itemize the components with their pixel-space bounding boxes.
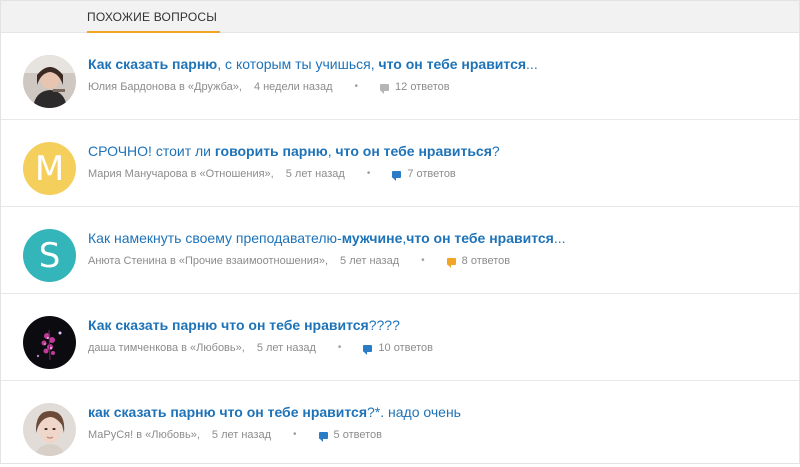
question-time: 5 лет назад bbox=[211, 429, 272, 441]
questions-list: Как сказать парню, с которым ты учишься,… bbox=[1, 33, 799, 467]
question-title-part: ???? bbox=[368, 317, 400, 333]
answers-count-link[interactable]: 8 ответов bbox=[446, 254, 511, 268]
question-title-part: говорить парню bbox=[214, 143, 328, 159]
answers-count: 5 ответов bbox=[333, 429, 382, 441]
separator-dot: • bbox=[366, 168, 371, 179]
answers-count-link[interactable]: 12 ответов bbox=[380, 80, 450, 94]
question-time: 4 недели назад bbox=[253, 81, 333, 93]
avatar-letter: M bbox=[34, 148, 65, 189]
question-meta: МаРуСя! в «Любовь», 5 лет назад • 5 ответов bbox=[88, 428, 382, 442]
question-meta: Юлия Бардонова в «Дружба», 4 недели назад… bbox=[88, 80, 450, 94]
question-title-part: ... bbox=[553, 230, 566, 246]
question-item: S Как намекнуть своему преподавателю-мужч… bbox=[1, 207, 799, 294]
question-title-link[interactable]: как сказать парню что он тебе нравится?*… bbox=[88, 403, 779, 421]
flower-photo-avatar[interactable] bbox=[23, 316, 76, 369]
question-title-part: ... bbox=[526, 56, 538, 72]
author-category[interactable]: МаРуСя! в «Любовь», bbox=[88, 428, 200, 442]
separator-dot: • bbox=[421, 255, 425, 266]
answers-count: 7 ответов bbox=[407, 168, 456, 180]
question-title-part: что он тебе нравиться bbox=[335, 143, 492, 159]
question-title-part: Как сказать парню bbox=[88, 56, 218, 72]
question-title-part: , bbox=[327, 143, 336, 159]
author-category[interactable]: Мария Манучарова в «Отношения», bbox=[88, 167, 274, 181]
question-time: 5 лет назад bbox=[285, 168, 345, 180]
section-title-tab[interactable]: ПОХОЖИЕ ВОПРОСЫ bbox=[87, 1, 221, 33]
question-item: M СРОЧНО! стоит ли говорить парню, что он… bbox=[1, 120, 799, 207]
separator-dot: • bbox=[354, 81, 359, 92]
question-title-link[interactable]: СРОЧНО! стоит ли говорить парню, что он … bbox=[88, 142, 779, 160]
answers-count-link[interactable]: 7 ответов bbox=[392, 167, 456, 181]
answers-count: 10 ответов bbox=[378, 342, 433, 354]
question-meta: даша тимченкова в «Любовь», 5 лет назад • 1… bbox=[88, 341, 433, 355]
question-title-part: СРОЧНО! стоит ли bbox=[88, 143, 215, 159]
question-item: как сказать парню что он тебе нравится?*… bbox=[1, 381, 799, 467]
question-item: Как сказать парню, с которым ты учишься,… bbox=[1, 33, 799, 120]
girl-photo-avatar[interactable] bbox=[23, 55, 76, 108]
question-meta: Анюта Стенина в «Прочие взаимоотношения»… bbox=[88, 254, 510, 268]
answers-count-link[interactable]: 5 ответов bbox=[318, 428, 382, 442]
answers-count-link[interactable]: 10 ответов bbox=[363, 341, 433, 355]
question-meta: Мария Манучарова в «Отношения», 5 лет наз… bbox=[88, 167, 456, 181]
question-time: 5 лет назад bbox=[256, 342, 316, 354]
question-title-link[interactable]: Как сказать парню что он тебе нравится??… bbox=[88, 316, 779, 334]
question-title-part: ?*. надо очень bbox=[367, 404, 461, 420]
comment-bubble-icon bbox=[392, 170, 402, 181]
question-title-part: Как намекнуть своему преподавателю- bbox=[88, 230, 342, 246]
separator-dot: • bbox=[337, 342, 342, 353]
portrait-photo-avatar[interactable] bbox=[23, 403, 76, 456]
question-title-part: Как сказать парню что он тебе нравится bbox=[88, 317, 369, 333]
question-title-link[interactable]: Как намекнуть своему преподавателю-мужчи… bbox=[88, 229, 779, 247]
author-category[interactable]: даша тимченкова в «Любовь», bbox=[88, 341, 245, 355]
comment-bubble-icon bbox=[318, 431, 328, 442]
question-title-part: ? bbox=[491, 143, 500, 159]
question-title-part: , с которым ты учишься, bbox=[217, 56, 379, 72]
question-title-part: что он тебе нравится bbox=[378, 56, 527, 72]
question-title-part: мужчине bbox=[341, 230, 403, 246]
answers-count: 12 ответов bbox=[395, 81, 450, 93]
separator-dot: • bbox=[293, 429, 297, 440]
avatar-letter: S bbox=[38, 235, 61, 276]
question-time: 5 лет назад bbox=[340, 255, 400, 267]
avatar[interactable]: S bbox=[23, 229, 76, 282]
question-title-link[interactable]: Как сказать парню, с которым ты учишься,… bbox=[88, 55, 779, 73]
question-title-part: как сказать парню что он тебе нравится bbox=[88, 404, 368, 420]
avatar[interactable]: M bbox=[23, 142, 76, 195]
comment-bubble-icon bbox=[380, 83, 390, 94]
similar-questions-panel: ПОХОЖИЕ ВОПРОСЫ Как сказать парню, с кот… bbox=[0, 0, 800, 464]
question-title-part: что он тебе нравится bbox=[406, 230, 554, 246]
section-header: ПОХОЖИЕ ВОПРОСЫ bbox=[1, 1, 799, 33]
author-category[interactable]: Юлия Бардонова в «Дружба», bbox=[88, 80, 242, 94]
answers-count: 8 ответов bbox=[461, 255, 511, 267]
comment-bubble-icon bbox=[446, 257, 456, 268]
author-category[interactable]: Анюта Стенина в «Прочие взаимоотношения»… bbox=[88, 254, 328, 268]
comment-bubble-icon bbox=[363, 344, 373, 355]
question-item: Как сказать парню что он тебе нравится??… bbox=[1, 294, 799, 381]
